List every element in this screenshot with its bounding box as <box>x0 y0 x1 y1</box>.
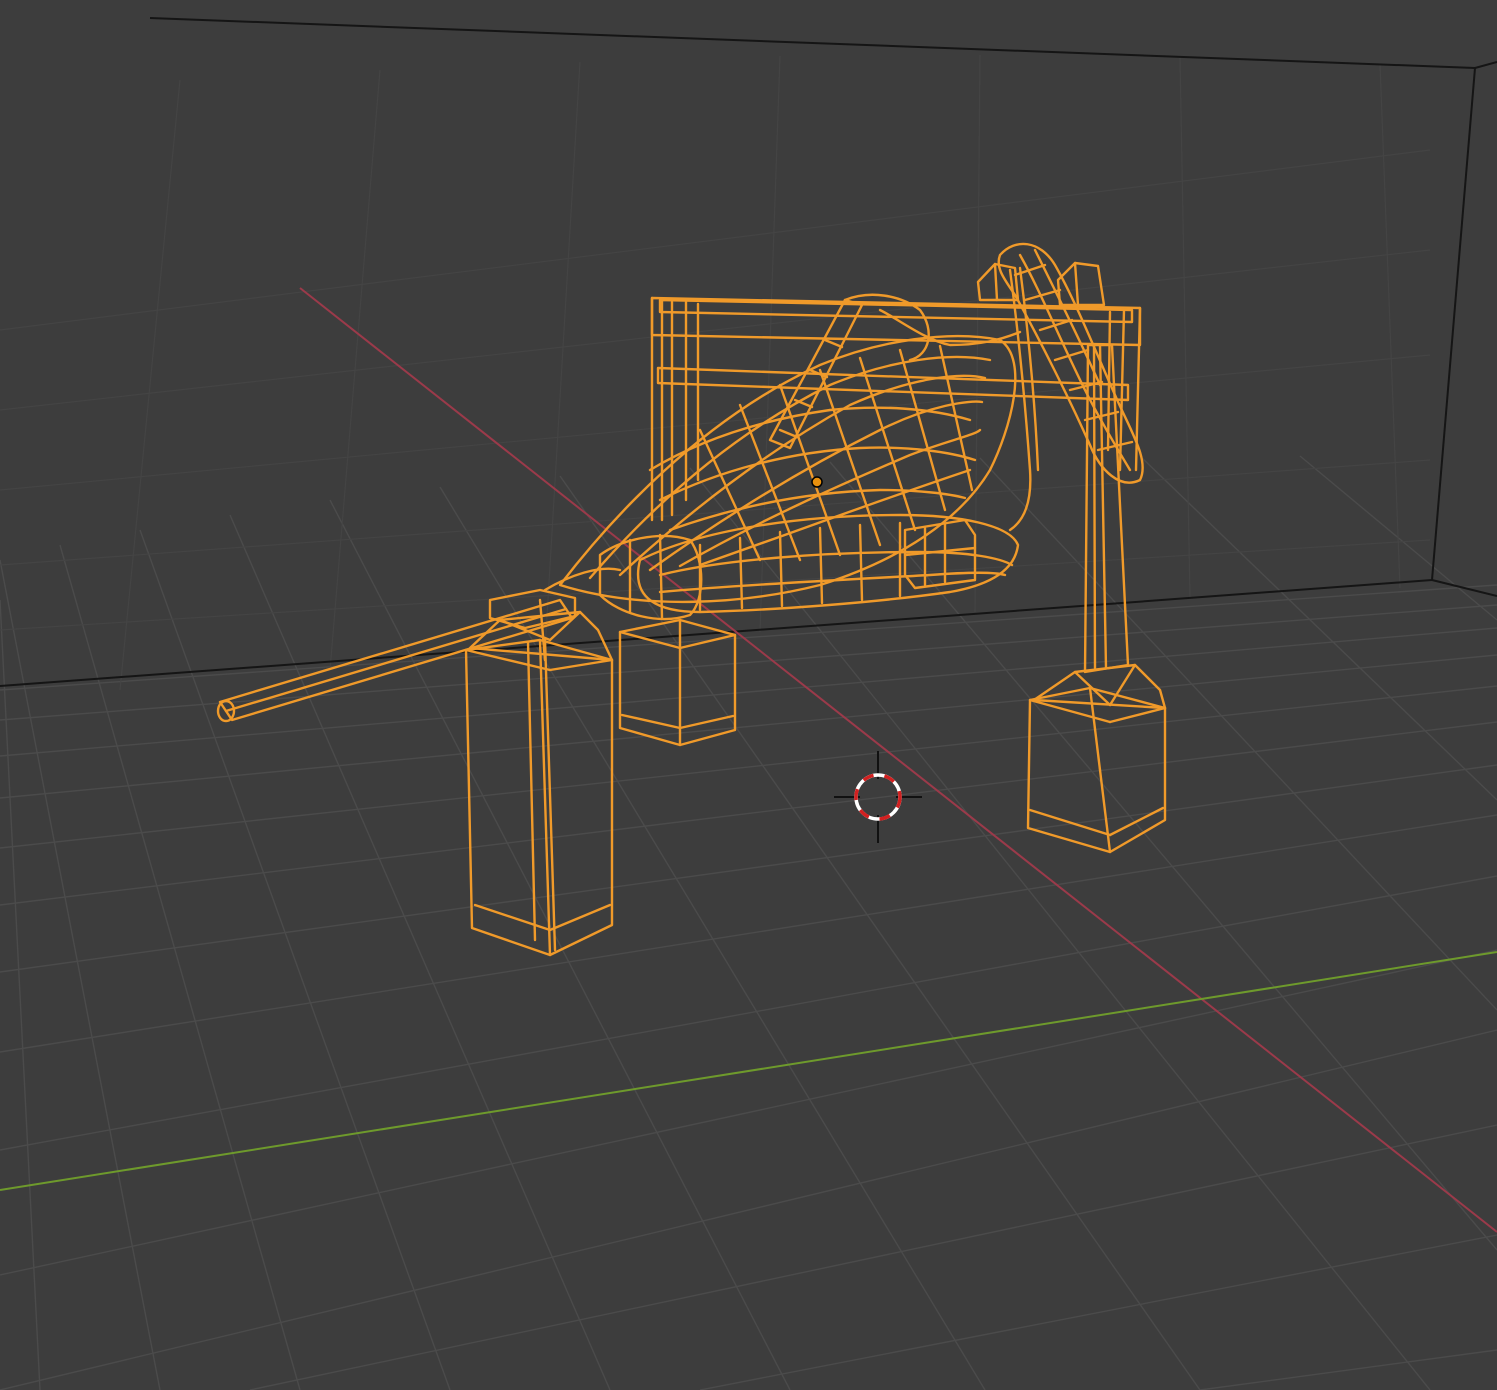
footboard[interactable] <box>558 335 1017 604</box>
heel-plate[interactable] <box>637 513 1020 614</box>
pedal-assembly-wireframe[interactable] <box>216 242 1167 957</box>
object-origin-icon[interactable] <box>811 476 823 488</box>
viewport-scene[interactable] <box>0 0 1497 1390</box>
left-pillar[interactable] <box>464 598 614 957</box>
back-grid <box>0 54 1431 691</box>
floor-grid <box>0 455 1497 1390</box>
3d-viewport[interactable] <box>0 0 1497 1390</box>
y-axis-line <box>0 951 1497 1191</box>
front-hinge[interactable] <box>543 533 703 621</box>
